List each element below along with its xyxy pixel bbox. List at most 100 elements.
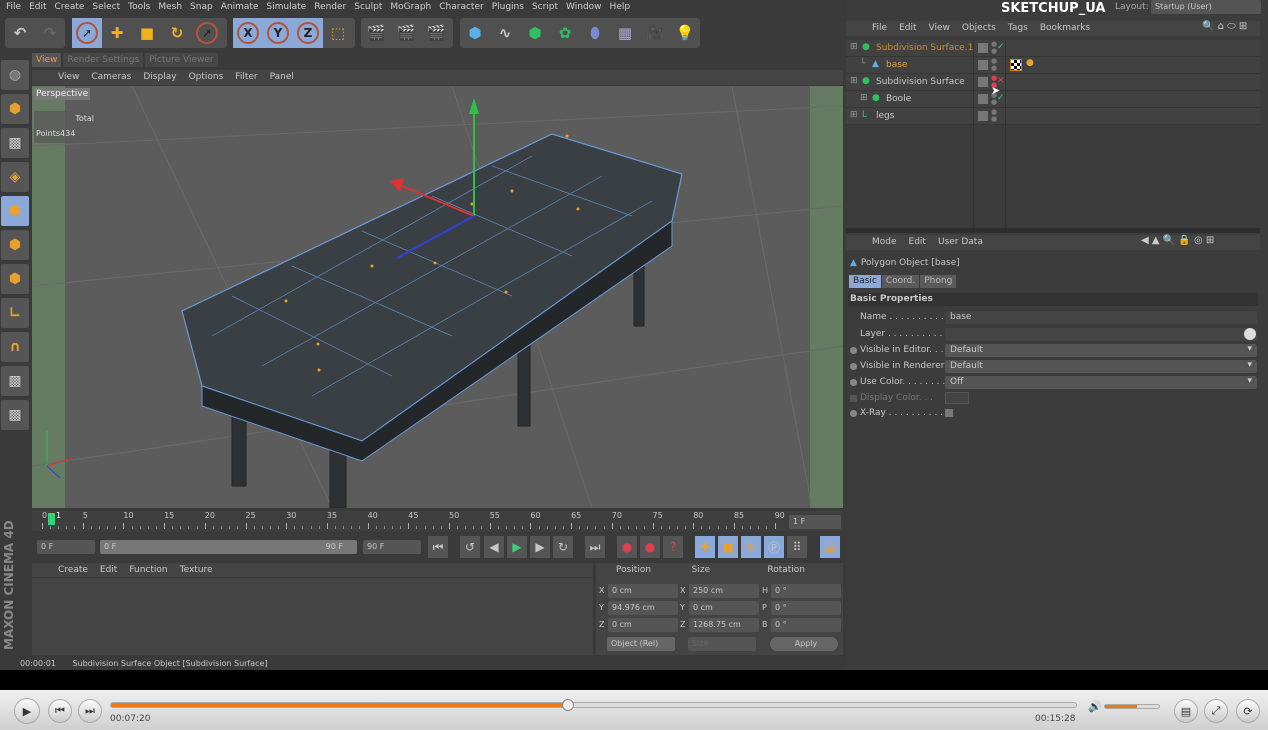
camera-label[interactable]: Perspective	[34, 88, 91, 100]
object-name[interactable]: Boole	[886, 91, 911, 108]
coord-field-r[interactable]: 0 °	[771, 601, 841, 615]
coord-field-s[interactable]: 0 cm	[689, 601, 759, 615]
tab-phong[interactable]: Phong	[920, 275, 957, 288]
object-row[interactable]: ⊞ ● Boole ● ● ✓	[846, 91, 1260, 108]
expand-icon[interactable]: ⊞	[850, 42, 858, 52]
object-menu-tags[interactable]: Tags	[1002, 21, 1034, 36]
keyframe-selection-icon[interactable]: ?	[663, 536, 683, 558]
menu-file[interactable]: File	[4, 0, 27, 14]
attributes-menu-user-data[interactable]: User Data	[932, 235, 989, 250]
layer-icon[interactable]	[978, 60, 988, 70]
planar-workplane-icon[interactable]: ▩	[1, 400, 29, 430]
coord-field-p[interactable]: 94.976 cm	[608, 601, 678, 615]
edges-mode-icon[interactable]: ⬢	[1, 230, 29, 260]
expand-icon[interactable]: ⊞	[860, 93, 868, 103]
coord-field-p[interactable]: 0 cm	[608, 618, 678, 632]
coord-field-s[interactable]: 250 cm	[689, 584, 759, 598]
light-icon[interactable]: 💡	[670, 18, 700, 48]
seek-bar[interactable]	[110, 699, 1077, 711]
next-button[interactable]: ⏭	[78, 699, 102, 723]
expand-icon[interactable]: ⊞	[850, 110, 858, 120]
object-row[interactable]: ⊞ Llegs ● ●	[846, 108, 1260, 125]
material-menu-edit[interactable]: Edit	[94, 563, 123, 577]
render-view-icon[interactable]: 🎬	[361, 18, 391, 48]
key-position-icon[interactable]: ✚	[695, 536, 715, 558]
object-menu-view[interactable]: View	[923, 21, 956, 36]
property-field[interactable]: base	[945, 311, 1257, 324]
object-menu-edit[interactable]: Edit	[893, 21, 922, 36]
rotate-icon[interactable]: ↻	[162, 18, 192, 48]
material-menu-texture[interactable]: Texture	[174, 563, 219, 577]
visibility-dots[interactable]: ● ●	[991, 109, 997, 123]
frame-range-slider[interactable]: 0 F 90 F	[100, 540, 357, 554]
menu-help[interactable]: Help	[608, 0, 637, 14]
expand-icon[interactable]: ⊞	[850, 76, 858, 86]
property-dropdown[interactable]: Default	[945, 344, 1257, 357]
model-mode-icon[interactable]: ⬢	[1, 94, 29, 124]
menu-animate[interactable]: Animate	[219, 0, 265, 14]
enabled-check-icon[interactable]: ✓	[997, 42, 1005, 52]
viewport-menu-filter[interactable]: Filter	[229, 70, 263, 85]
menu-edit[interactable]: Edit	[27, 0, 52, 14]
coord-field-r[interactable]: 0 °	[771, 584, 841, 598]
menu-plugins[interactable]: Plugins	[490, 0, 530, 14]
record-icon[interactable]: ●	[617, 536, 637, 558]
object-name[interactable]: Subdivision Surface.1	[876, 40, 973, 57]
visibility-dots[interactable]: ● ●	[991, 58, 997, 72]
material-menu-function[interactable]: Function	[123, 563, 173, 577]
layer-icon[interactable]	[978, 94, 988, 104]
prev-key-icon[interactable]: ↺	[460, 536, 480, 558]
material-menu-create[interactable]: Create	[52, 563, 94, 577]
undo-icon[interactable]: ↶	[5, 18, 35, 48]
move-icon[interactable]: ✚	[102, 18, 132, 48]
seek-handle[interactable]	[562, 699, 575, 711]
animate-dot[interactable]	[850, 379, 857, 386]
xray-checkbox[interactable]	[945, 409, 953, 417]
menu-script[interactable]: Script	[530, 0, 564, 14]
live-selection-icon[interactable]: ➚	[72, 18, 102, 48]
attributes-nav-icons[interactable]: ◀ ▲ 🔍 🔒 ◎ ⊞	[1141, 235, 1214, 246]
menu-select[interactable]: Select	[90, 0, 126, 14]
deformer-icon[interactable]: ⬮	[580, 18, 610, 48]
viewport-menu-display[interactable]: Display	[137, 70, 182, 85]
next-frame-icon[interactable]: ▶	[530, 536, 550, 558]
start-frame-field[interactable]: 0 F	[37, 540, 95, 554]
key-scale-icon[interactable]: ■	[718, 536, 738, 558]
viewport-menu-options[interactable]: Options	[183, 70, 230, 85]
animate-dot[interactable]	[850, 363, 857, 370]
menu-create[interactable]: Create	[53, 0, 91, 14]
playlist-button[interactable]: ▤	[1174, 699, 1198, 723]
object-name[interactable]: Subdivision Surface	[876, 74, 965, 91]
key-pla-icon[interactable]: ⠿	[787, 536, 807, 558]
point-selection-tag-icon[interactable]: ●	[1026, 58, 1034, 68]
menu-render[interactable]: Render	[312, 0, 352, 14]
layout-dropdown[interactable]: Startup (User)	[1151, 0, 1261, 14]
coord-field-p[interactable]: 0 cm	[608, 584, 678, 598]
object-row[interactable]: ⊞ ● Subdivision Surface.1 ● ● ✓	[846, 40, 1260, 57]
viewport-menu-cameras[interactable]: Cameras	[85, 70, 137, 85]
tab-render-settings[interactable]: Render Settings	[63, 53, 144, 67]
property-dropdown[interactable]: Default	[945, 360, 1257, 373]
spline-pen-icon[interactable]: ∿	[490, 18, 520, 48]
tab-coord[interactable]: Coord.	[881, 275, 920, 288]
property-dropdown[interactable]: Off	[945, 376, 1257, 389]
cube-icon[interactable]: ⬢	[460, 18, 490, 48]
end-frame-field[interactable]: 90 F	[363, 540, 421, 554]
menu-simulate[interactable]: Simulate	[264, 0, 312, 14]
menu-sculpt[interactable]: Sculpt	[352, 0, 388, 14]
lock-workplane-icon[interactable]: ▩	[1, 366, 29, 396]
prev-frame-icon[interactable]: ◀	[484, 536, 504, 558]
object-manager-icons[interactable]: 🔍 ⌂ ⬭ ⊞	[1202, 21, 1247, 32]
size-mode-dropdown[interactable]: Size	[688, 637, 756, 651]
attributes-menu-edit[interactable]: Edit	[903, 235, 932, 250]
layer-icon[interactable]	[978, 43, 988, 53]
animate-dot[interactable]	[850, 395, 857, 402]
render-picture-viewer-icon[interactable]: 🎬	[391, 18, 421, 48]
play-pause-button[interactable]: ▶	[14, 698, 40, 724]
volume-icon[interactable]: 🔊	[1088, 700, 1102, 713]
object-name[interactable]: base	[886, 57, 907, 74]
menu-window[interactable]: Window	[564, 0, 608, 14]
edit-render-settings-icon[interactable]: 🎬	[421, 18, 451, 48]
apply-button[interactable]: Apply	[770, 637, 838, 651]
cloner-icon[interactable]: ✿	[550, 18, 580, 48]
